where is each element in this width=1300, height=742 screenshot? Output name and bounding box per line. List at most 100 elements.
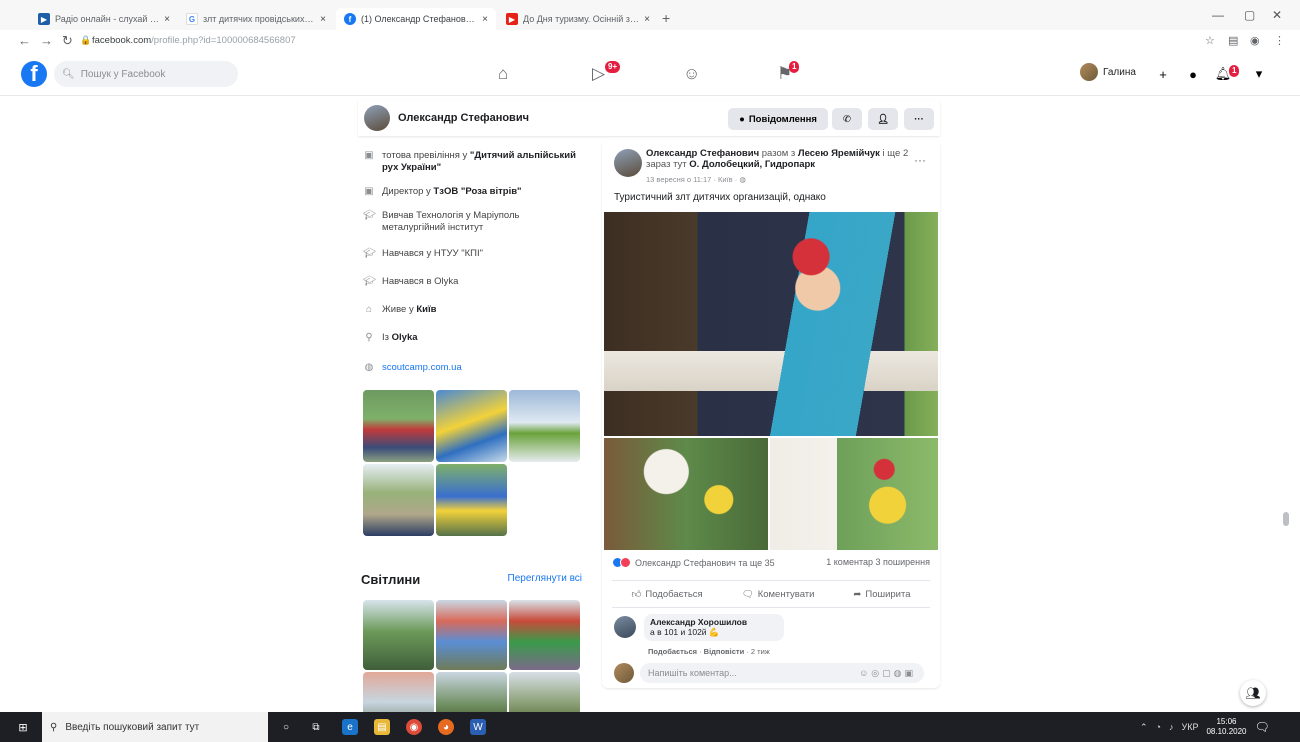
comment-like-link[interactable]: Подобається — [648, 647, 697, 656]
comment-author-avatar[interactable] — [614, 616, 636, 638]
education-icon: 🎓︎ — [363, 276, 376, 287]
taskbar-clock[interactable]: 15:06 08.10.2020 — [1206, 717, 1246, 737]
comment-reply-link[interactable]: Відповісти — [704, 647, 745, 656]
photo-thumbnail[interactable] — [363, 600, 434, 670]
comment-tools-icons[interactable]: ☺◎▢◍▣ — [859, 668, 916, 679]
browser-tab-google[interactable]: G злт дитячих провідських орга × — [178, 8, 334, 30]
browser-tab-strip: ▶ Радіо онлайн - слухай безкошт × G злт … — [0, 0, 1300, 30]
education-icon: 🎓︎ — [363, 210, 376, 221]
browser-tab-radio[interactable]: ▶ Радіо онлайн - слухай безкошт × — [30, 8, 178, 30]
write-comment-input[interactable]: Напишіть коментар... ☺◎▢◍▣ — [640, 663, 924, 683]
shares-count[interactable]: 3 поширення — [876, 557, 930, 567]
see-all-photos-link[interactable]: Переглянути всі — [508, 573, 582, 584]
tray-chevron-icon[interactable]: ⌃ — [1140, 722, 1148, 733]
taskbar-search-input[interactable]: ⚲ Введіть пошуковий запит тут — [42, 712, 268, 742]
featured-photo[interactable] — [363, 390, 434, 462]
intro-item: ▣ тотова превіління у "Дитячий альпійськ… — [364, 150, 576, 173]
add-friend-button[interactable]: 👤︎ — [868, 108, 898, 130]
cortana-icon[interactable]: ○ — [278, 719, 294, 735]
like-button[interactable]: 👍︎ Подобається — [631, 588, 702, 601]
intro-item: 🎓︎ Навчався в Olyka — [363, 276, 459, 287]
back-icon[interactable]: ← — [18, 33, 31, 48]
firefox-icon[interactable]: ◕ — [438, 719, 454, 735]
windows-start-icon[interactable]: ⊞ — [8, 712, 38, 742]
new-message-icon[interactable]: 👥︎ — [1240, 680, 1266, 706]
home-icon[interactable]: ⌂ — [498, 64, 508, 84]
reload-icon[interactable]: ↻ — [62, 33, 73, 49]
post-photo-thumb[interactable] — [604, 438, 768, 550]
menu-kebab-icon[interactable]: ⋮ — [1274, 34, 1285, 47]
photo-thumbnail[interactable] — [436, 600, 507, 670]
profile-avatar[interactable] — [364, 105, 390, 131]
more-options-button[interactable]: ··· — [904, 108, 934, 130]
volume-icon[interactable]: ♪ — [1169, 722, 1174, 732]
windows-taskbar: ⊞ ⚲ Введіть пошуковий запит тут ○ ⧉ e ▤ … — [0, 712, 1300, 742]
file-explorer-icon[interactable]: ▤ — [374, 719, 390, 735]
network-icon[interactable]: ◔ — [1156, 722, 1161, 732]
profile-shortcut[interactable]: Галина — [1080, 63, 1136, 81]
featured-photo[interactable] — [509, 390, 580, 462]
facebook-favicon-icon: f — [344, 13, 356, 25]
facebook-logo-icon[interactable]: f — [21, 61, 47, 87]
notifications-badge: 1 — [1229, 65, 1240, 77]
globe-icon: ◍ — [739, 175, 746, 184]
task-view-icon[interactable]: ⧉ — [308, 719, 324, 735]
browser-tab-youtube[interactable]: ▶ До Дня туризму. Осінній злт д × — [498, 8, 658, 30]
messenger-icon[interactable]: ● — [1182, 63, 1204, 85]
reactions-summary[interactable]: Олександр Стефанович та ще 35 — [612, 557, 775, 568]
notification-center-icon[interactable]: 🗨︎ — [1255, 720, 1270, 734]
close-tab-icon[interactable]: × — [320, 14, 326, 25]
groups-icon[interactable]: ☺ — [683, 64, 700, 84]
close-window-icon[interactable]: ✕ — [1272, 8, 1282, 22]
post-photo-thumb[interactable] — [770, 438, 938, 550]
close-tab-icon[interactable]: × — [482, 14, 488, 25]
post-actions: 👍︎ Подобається 🗨︎ Коментувати ➦ Поширита — [612, 580, 930, 608]
url-field[interactable]: facebook.com/profile.php?id=100000684566… — [92, 35, 296, 46]
profile-sticky-header: Олександр Стефанович ● Повідомлення ✆ 👤︎… — [358, 100, 940, 136]
comments-count[interactable]: 1 коментар — [826, 557, 873, 567]
featured-photo[interactable] — [436, 390, 507, 462]
post-stats: Олександр Стефанович та ще 35 1 коментар… — [612, 557, 930, 568]
account-icon[interactable]: ◉ — [1250, 34, 1260, 47]
create-plus-icon[interactable]: + — [1152, 63, 1174, 85]
word-icon[interactable]: W — [470, 719, 486, 735]
call-button[interactable]: ✆ — [832, 108, 862, 130]
share-button[interactable]: ➦ Поширита — [853, 589, 910, 600]
extension-icon[interactable]: ▤ — [1228, 34, 1238, 47]
close-tab-icon[interactable]: × — [644, 14, 650, 25]
chrome-icon[interactable]: ◉ — [406, 719, 422, 735]
photos-card: Світлини Переглянути всі — [355, 558, 592, 718]
post-timestamp[interactable]: 13 вересня о 11:17 · Київ · ◍ — [646, 175, 746, 184]
radio-favicon-icon: ▶ — [38, 13, 50, 25]
scrollbar-thumb[interactable] — [1283, 512, 1289, 526]
new-tab-button[interactable]: + — [662, 10, 670, 26]
bookmark-star-icon[interactable]: ☆ — [1205, 34, 1215, 47]
forward-icon[interactable]: → — [40, 33, 53, 48]
minimize-icon[interactable]: — — [1212, 8, 1224, 22]
intro-item: 🎓︎ Вивчав Технологія у Маріуполь металур… — [363, 210, 520, 233]
thumbs-up-icon: 👍︎ — [631, 589, 642, 600]
search-icon: 🔍︎ — [62, 68, 75, 80]
photo-thumbnail[interactable] — [509, 600, 580, 670]
post-more-icon[interactable]: ··· — [914, 153, 926, 167]
home-city-icon: ⌂ — [365, 304, 373, 315]
watch-badge: 9+ — [605, 61, 621, 73]
phone-icon: ✆ — [843, 113, 851, 125]
post-author-avatar[interactable] — [614, 149, 642, 177]
watch-icon[interactable]: ▷ — [592, 64, 605, 84]
messenger-icon: ● — [739, 113, 745, 125]
close-tab-icon[interactable]: × — [164, 14, 170, 25]
post-photo-main[interactable] — [604, 212, 938, 436]
comment-button[interactable]: 🗨︎ Коментувати — [742, 589, 815, 600]
maximize-icon[interactable]: ▢ — [1244, 8, 1255, 22]
edge-icon[interactable]: e — [342, 719, 358, 735]
browser-tab-facebook[interactable]: f (1) Олександр Стефанович | Fa × — [336, 8, 496, 30]
message-button[interactable]: ● Повідомлення — [728, 108, 828, 130]
facebook-search-input[interactable]: 🔍︎ Пошук у Facebook — [54, 61, 238, 87]
language-icon[interactable]: УКР — [1181, 722, 1198, 732]
profile-name[interactable]: Олександр Стефанович — [398, 112, 529, 124]
work-icon: ▣ — [364, 150, 374, 161]
featured-photo[interactable] — [436, 464, 507, 536]
account-menu-chevron-icon[interactable]: ▾ — [1248, 63, 1270, 85]
featured-photo[interactable] — [363, 464, 434, 536]
